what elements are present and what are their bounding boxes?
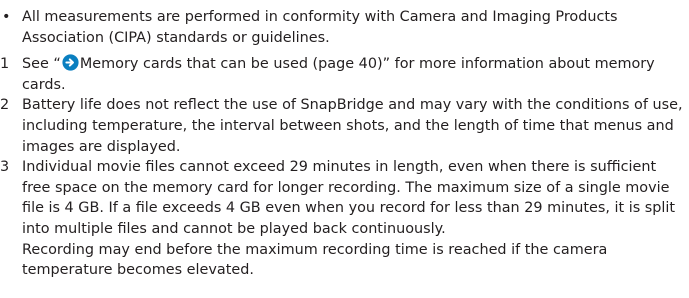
bullet-mark: • <box>2 9 11 25</box>
arrow-circle-right-icon <box>62 54 79 71</box>
bullet-note: • All measurements are performed in conf… <box>0 7 689 48</box>
footnote-1: 1 See “ Memory cards that can be used (pa… <box>0 54 689 95</box>
footnote-text: See “ Memory cards that can be used (page… <box>22 54 689 95</box>
spec-notes: • All measurements are performed in conf… <box>0 7 689 281</box>
footnote-3: 3 Individual movie files cannot exceed 2… <box>0 157 689 281</box>
footnote-text: Individual movie files cannot exceed 29 … <box>22 157 689 281</box>
footnote-2: 2 Battery life does not reflect the use … <box>0 95 689 157</box>
footnote-paragraph: Recording may end before the maximum rec… <box>22 241 608 279</box>
footnote-text: Battery life does not reflect the use of… <box>22 97 683 155</box>
footnote-paragraph: Individual movie files cannot exceed 29 … <box>22 159 676 237</box>
footnote-number: 2 <box>0 97 10 114</box>
footnote-number: 3 <box>0 159 10 176</box>
footnote-number: 1 <box>0 56 10 73</box>
cross-reference-link[interactable]: Memory cards that can be used (page 40) <box>80 56 383 72</box>
bullet-note-text: All measurements are performed in confor… <box>22 9 618 46</box>
footnote-prefix: See “ <box>22 56 61 73</box>
